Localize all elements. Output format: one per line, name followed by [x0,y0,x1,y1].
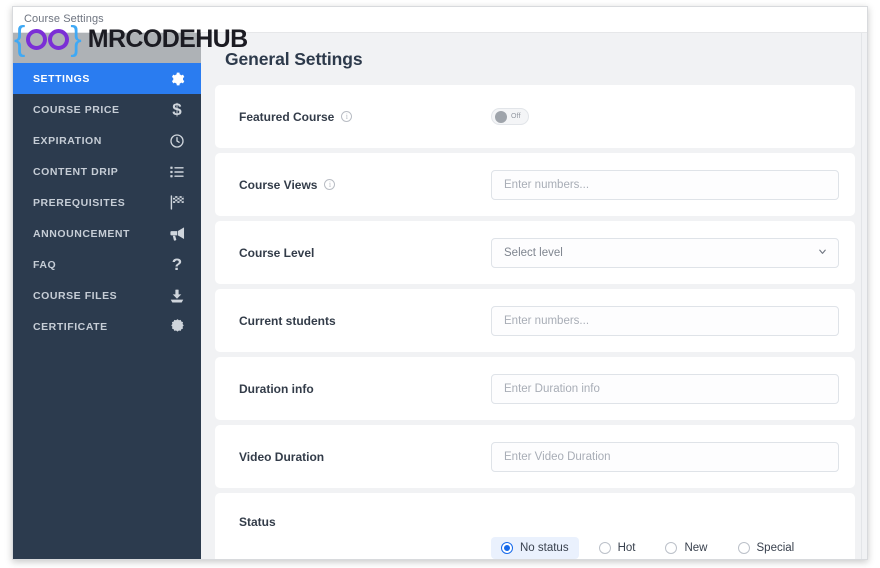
current-students-label: Current students [239,313,336,328]
status-option-special[interactable]: Special [728,537,805,559]
row-label-wrap: Status [239,511,491,529]
row-field [491,169,839,200]
status-label: Status [239,515,276,529]
info-icon[interactable]: i [341,111,353,122]
sidebar-item-faq[interactable]: FAQ ? [13,249,201,280]
row-label-wrap: Featured Course i [239,110,491,124]
certificate-icon [167,317,187,337]
row-status: Status No status Hot New Special [215,493,855,559]
row-label-wrap: Course Level [239,246,491,260]
sidebar-item-label: Course Price [33,103,120,116]
status-radio-group: No status Hot New Special [491,537,839,559]
row-field: Off [491,108,839,125]
course-views-input[interactable] [491,169,839,200]
radio-dot [665,542,678,554]
window-titlebar: Course Settings [13,7,867,33]
video-duration-input[interactable] [491,441,839,472]
row-field: Select level [491,237,839,268]
row-label-wrap: Duration info [239,382,491,396]
featured-course-label: Featured Course [239,109,335,124]
right-inner-edge [861,33,867,559]
sidebar-item-course-files[interactable]: Course Files [13,280,201,311]
status-option-new[interactable]: New [655,537,717,559]
list-icon [167,162,187,182]
gear-icon [167,69,187,89]
checkered-flag-icon [167,193,187,213]
status-option-label: No status [520,542,569,554]
duration-info-input[interactable] [491,373,839,404]
sidebar-item-course-price[interactable]: Course Price $ [13,94,201,125]
sidebar-item-certificate[interactable]: Certificate [13,311,201,342]
radio-dot [598,542,611,554]
row-field [491,305,839,336]
row-duration-info: Duration info [215,357,855,420]
sidebar-item-label: Settings [33,72,90,85]
main-header: General Settings [201,33,867,85]
row-course-views: Course Views i [215,153,855,216]
toggle-state-label: Off [511,113,521,120]
row-label-wrap: Video Duration [239,450,491,464]
row-video-duration: Video Duration [215,425,855,488]
row-label-wrap: Course Views i [239,178,491,192]
duration-info-label: Duration info [239,381,314,396]
status-option-label: New [684,542,708,554]
course-settings-window: Course Settings Settings Course Price $ … [12,6,868,560]
radio-dot [501,542,513,554]
course-level-label: Course Level [239,245,315,260]
featured-course-toggle[interactable]: Off [491,108,529,125]
sidebar-item-label: Content Drip [33,165,119,178]
app-root: Course Settings Settings Course Price $ … [0,0,880,568]
sidebar-item-label: FAQ [33,258,57,271]
status-option-no-status[interactable]: No status [491,537,579,559]
sidebar-item-expiration[interactable]: Expiration [13,125,201,156]
status-option-hot[interactable]: Hot [589,537,646,559]
clock-icon [167,131,187,151]
sidebar-item-content-drip[interactable]: Content Drip [13,156,201,187]
sidebar: Settings Course Price $ Expiration Conte… [13,33,201,559]
row-field [491,441,839,472]
course-level-select[interactable]: Select level [491,237,839,268]
dollar-icon: $ [172,100,182,119]
question-mark-icon: ? [171,255,183,274]
download-icon [167,286,187,306]
toggle-knob [495,110,507,123]
sidebar-item-announcement[interactable]: Announcement [13,218,201,249]
sidebar-item-label: Expiration [33,134,102,147]
row-label-wrap: Current students [239,314,491,328]
course-level-selected-value: Select level [504,246,563,259]
radio-dot [737,542,750,554]
window-title: Course Settings [24,13,104,25]
sidebar-item-settings[interactable]: Settings [13,63,201,94]
row-featured-course: Featured Course i Off [215,85,855,148]
sidebar-item-prerequisites[interactable]: Prerequisites [13,187,201,218]
status-option-label: Hot [617,542,636,554]
main-content: General Settings Featured Course i Off C… [201,33,867,559]
course-views-label: Course Views [239,177,318,192]
row-field [491,373,839,404]
sidebar-item-label: Certificate [33,320,108,333]
row-course-level: Course Level Select level [215,221,855,284]
megaphone-icon [167,224,187,244]
sidebar-item-label: Announcement [33,227,131,240]
current-students-input[interactable] [491,305,839,336]
sidebar-item-label: Course Files [33,289,118,302]
page-title: General Settings [225,48,363,69]
row-field: No status Hot New Special [491,511,839,559]
info-icon[interactable]: i [324,179,336,190]
course-level-select-wrap: Select level [491,237,839,268]
sidebar-logo-strip [13,33,201,63]
row-current-students: Current students [215,289,855,352]
sidebar-item-label: Prerequisites [33,196,126,209]
status-option-label: Special [756,542,795,554]
video-duration-label: Video Duration [239,449,325,464]
